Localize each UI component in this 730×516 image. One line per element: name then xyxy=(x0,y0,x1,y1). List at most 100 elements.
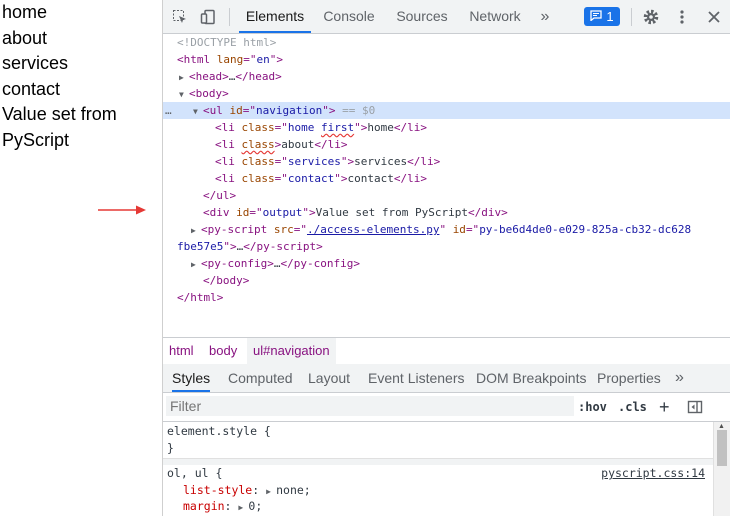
nav-item-contact: contact xyxy=(2,78,61,99)
li-class-home: home first xyxy=(287,121,355,134)
py-script-id-part2: fbe57e5 xyxy=(177,240,224,253)
dom-line-li-about[interactable]: <li class>about</li> xyxy=(163,136,730,153)
li-class-attr-about: class xyxy=(241,138,275,151)
dom-line-html-close[interactable]: </html> xyxy=(163,289,730,306)
device-toggle-icon[interactable] xyxy=(199,8,217,26)
devtools-panel: Elements Console Sources Network » 1 <!D… xyxy=(163,0,730,516)
tab-network[interactable]: Network xyxy=(463,0,527,33)
div-output-text: Value set from PyScript xyxy=(315,206,468,219)
output-text: Value set from PyScript xyxy=(2,104,117,150)
dom-line-body[interactable]: ▼ <body> xyxy=(163,85,730,102)
rule-source-link[interactable]: pyscript.css:14 xyxy=(601,465,705,481)
more-side-tabs-button[interactable]: » xyxy=(675,364,684,392)
red-arrow-annotation xyxy=(98,205,146,215)
dom-line-li-home[interactable]: <li class="home first">home</li> xyxy=(163,119,730,136)
nav-item-services: services xyxy=(2,53,69,73)
li-text-home: home xyxy=(367,121,394,134)
breadcrumb-body[interactable]: body xyxy=(203,338,243,364)
dom-line-py-script-cont[interactable]: fbe57e5">…</py-script> xyxy=(163,238,730,255)
inspect-icon[interactable] xyxy=(171,8,189,26)
dom-line-head[interactable]: ▶ <head>…</head> xyxy=(163,68,730,85)
py-script-id-part1: py-be6d4de0-e029-825a-cb32-dc628 xyxy=(479,223,692,236)
gear-icon[interactable] xyxy=(642,8,660,26)
toolbar-separator xyxy=(229,8,230,26)
dom-line-li-contact[interactable]: <li class="contact">contact</li> xyxy=(163,170,730,187)
nav-item-home: home xyxy=(2,2,48,22)
tab-styles[interactable]: Styles xyxy=(172,364,211,392)
lang-attr-name: lang xyxy=(216,53,244,66)
id-attr-name: id xyxy=(229,104,243,117)
breadcrumb-html[interactable]: html xyxy=(163,338,200,364)
rendered-page: home about services contact Value set fr… xyxy=(0,0,163,516)
py-script-src-link[interactable]: ./access-elements.py xyxy=(307,223,439,236)
dom-line-doctype[interactable]: <!DOCTYPE html> xyxy=(163,34,730,51)
body-tag: body xyxy=(195,87,223,100)
rule-selector-text: ol, ul { xyxy=(167,466,223,480)
hov-toggle-button[interactable]: :hov xyxy=(578,393,607,421)
sidebar-tabs: Styles Computed Layout Event Listeners D… xyxy=(163,364,730,393)
style-prop-list-style[interactable]: list-style: ▶ none; xyxy=(167,482,311,498)
styles-filter-bar: :hov .cls + xyxy=(163,393,730,422)
expand-triangle-icon[interactable]: ▶ xyxy=(179,69,189,86)
selected-marker: == $0 xyxy=(342,104,376,117)
rule-divider xyxy=(163,458,713,465)
doctype-text: <!DOCTYPE html> xyxy=(177,36,277,49)
style-prop-margin[interactable]: margin: ▶ 0; xyxy=(167,498,262,514)
messages-badge[interactable]: 1 xyxy=(584,7,620,26)
dom-line-body-close[interactable]: </body> xyxy=(163,272,730,289)
dom-line-ul-navigation[interactable]: … ▼ <ul id="navigation"> == $0 xyxy=(163,102,730,119)
li-text-contact: contact xyxy=(347,172,394,185)
div-id-value: output xyxy=(262,206,303,219)
li-text-services: services xyxy=(354,155,408,168)
li-text-about: about xyxy=(281,138,315,151)
new-style-rule-button[interactable]: + xyxy=(659,393,670,421)
devtools-toolbar: Elements Console Sources Network » 1 xyxy=(163,0,730,34)
head-close-tag: head xyxy=(248,70,276,83)
breadcrumb-ul-navigation[interactable]: ul#navigation xyxy=(247,338,336,364)
navigation-list: home about services contact xyxy=(0,0,162,102)
dom-line-div-output[interactable]: <div id="output">Value set from PyScript… xyxy=(163,204,730,221)
rule-selector-ol-ul[interactable]: ol, ul { pyscript.css:14 xyxy=(167,465,707,481)
styles-pane: element.style { } ol, ul { pyscript.css:… xyxy=(163,422,713,516)
tab-properties[interactable]: Properties xyxy=(597,364,661,392)
dom-line-ul-close[interactable]: </ul> xyxy=(163,187,730,204)
tab-sources[interactable]: Sources xyxy=(391,0,453,33)
more-tabs-button[interactable]: » xyxy=(535,0,555,33)
head-tag: head xyxy=(195,70,223,83)
scrollbar-thumb[interactable] xyxy=(717,430,727,466)
filter-input[interactable] xyxy=(166,396,574,416)
breadcrumb: html body ul#navigation xyxy=(163,337,730,365)
dom-tree: <!DOCTYPE html> <html lang="en"> ▶ <head>… xyxy=(163,34,730,336)
element-style-rule[interactable]: element.style { xyxy=(167,423,271,439)
dom-line-py-config[interactable]: ▶ <py-config>…</py-config> xyxy=(163,255,730,272)
message-count: 1 xyxy=(606,9,614,24)
li-class-services: services xyxy=(287,155,341,168)
tab-console[interactable]: Console xyxy=(317,0,381,33)
tab-dom-breakpoints[interactable]: DOM Breakpoints xyxy=(476,364,586,392)
html-tag: html xyxy=(183,53,211,66)
collapse-triangle-icon[interactable]: ▼ xyxy=(193,103,203,120)
tab-layout[interactable]: Layout xyxy=(308,364,350,392)
dom-line-html[interactable]: <html lang="en"> xyxy=(163,51,730,68)
tab-event-listeners[interactable]: Event Listeners xyxy=(368,364,465,392)
styles-scrollbar[interactable]: ▲ xyxy=(713,422,730,516)
ul-tag: ul xyxy=(209,104,223,117)
kebab-menu-icon[interactable] xyxy=(673,8,691,26)
expand-triangle-icon[interactable]: ▶ xyxy=(191,222,201,239)
cls-toggle-button[interactable]: .cls xyxy=(618,393,647,421)
scroll-up-arrow-icon[interactable]: ▲ xyxy=(718,423,725,430)
dom-line-li-services[interactable]: <li class="services">services</li> xyxy=(163,153,730,170)
li-class-contact: contact xyxy=(287,172,335,185)
lang-attr-value: en xyxy=(256,53,270,66)
tab-elements[interactable]: Elements xyxy=(239,0,311,33)
close-icon[interactable] xyxy=(705,8,723,26)
dom-line-py-script[interactable]: ▶ <py-script src="./access-elements.py" i… xyxy=(163,221,730,238)
element-style-close: } xyxy=(167,441,174,455)
ul-id-value: navigation xyxy=(256,104,323,117)
more-actions-icon[interactable]: … xyxy=(165,102,172,119)
expand-triangle-icon[interactable]: ▶ xyxy=(191,256,201,273)
tab-computed[interactable]: Computed xyxy=(228,364,293,392)
toolbar-separator xyxy=(631,8,632,26)
toggle-sidebar-icon[interactable] xyxy=(686,398,704,416)
collapse-triangle-icon[interactable]: ▼ xyxy=(179,86,189,103)
